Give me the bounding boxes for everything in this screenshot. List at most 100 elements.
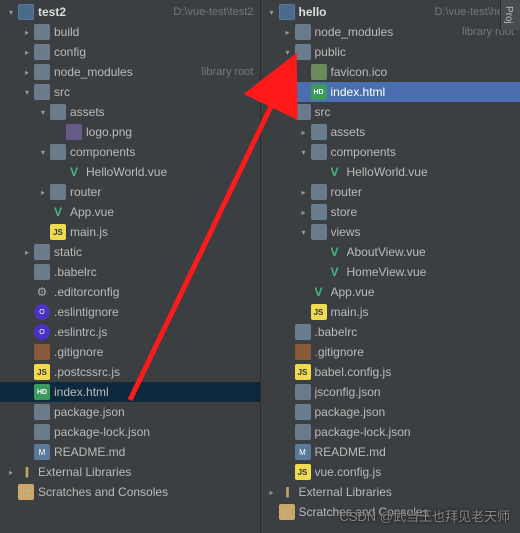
right-tree-item-components[interactable]: components: [261, 142, 520, 162]
tree-item-label: HelloWorld.vue: [347, 165, 515, 179]
tree-item-label: README.md: [315, 445, 515, 459]
expand-arrow-icon[interactable]: [283, 28, 293, 37]
right-tree-item-node-modules[interactable]: node_moduleslibrary root: [261, 22, 520, 42]
right-tree-item-app-vue[interactable]: App.vue: [261, 282, 520, 302]
right-tree-item-index-html[interactable]: index.html: [261, 82, 520, 102]
folder-icon: [295, 104, 311, 120]
expand-arrow-icon[interactable]: [38, 148, 48, 157]
right-tree-item-main-js[interactable]: main.js: [261, 302, 520, 322]
left-tree-item-package-json[interactable]: package.json: [0, 402, 260, 422]
right-tree-item-src[interactable]: src: [261, 102, 520, 122]
expand-arrow-icon[interactable]: [267, 488, 277, 497]
right-tree-item-hello[interactable]: helloD:\vue-test\hello: [261, 2, 520, 22]
left-tree[interactable]: test2D:\vue-test\test2buildconfignode_mo…: [0, 0, 260, 504]
tree-item-label: .babelrc: [54, 265, 254, 279]
vue-icon: [50, 204, 66, 220]
tree-item-label: babel.config.js: [315, 365, 515, 379]
json-icon: [295, 384, 311, 400]
right-tree-item-package-lock-json[interactable]: package-lock.json: [261, 422, 520, 442]
left-tree-item--eslintrc-js[interactable]: .eslintrc.js: [0, 322, 260, 342]
right-tree-item-external-libraries[interactable]: External Libraries: [261, 482, 520, 502]
expand-arrow-icon[interactable]: [299, 188, 309, 197]
left-tree-item-readme-md[interactable]: README.md: [0, 442, 260, 462]
tree-item-label: Scratches and Consoles: [38, 485, 254, 499]
left-tree-item-src[interactable]: src: [0, 82, 260, 102]
expand-arrow-icon[interactable]: [6, 8, 16, 17]
expand-arrow-icon[interactable]: [299, 128, 309, 137]
right-tree-item-homeview-vue[interactable]: HomeView.vue: [261, 262, 520, 282]
right-tree-item-helloworld-vue[interactable]: HelloWorld.vue: [261, 162, 520, 182]
tree-item-label: HomeView.vue: [347, 265, 515, 279]
left-tree-item-helloworld-vue[interactable]: HelloWorld.vue: [0, 162, 260, 182]
tree-item-label: package-lock.json: [315, 425, 515, 439]
right-tree-item-jsconfig-json[interactable]: jsconfig.json: [261, 382, 520, 402]
folder-icon: [34, 64, 50, 80]
left-tree-item--babelrc[interactable]: .babelrc: [0, 262, 260, 282]
lib-icon: [279, 484, 295, 500]
tree-item-label: node_modules: [315, 25, 457, 39]
right-tree-item-aboutview-vue[interactable]: AboutView.vue: [261, 242, 520, 262]
expand-arrow-icon[interactable]: [299, 208, 309, 217]
js-icon: [295, 364, 311, 380]
expand-arrow-icon[interactable]: [22, 248, 32, 257]
right-tree-item-store[interactable]: store: [261, 202, 520, 222]
left-tree-item-test2[interactable]: test2D:\vue-test\test2: [0, 2, 260, 22]
tree-item-label: App.vue: [331, 285, 515, 299]
left-tree-item-scratches-and-consoles[interactable]: Scratches and Consoles: [0, 482, 260, 502]
right-tree-item-assets[interactable]: assets: [261, 122, 520, 142]
project-tab[interactable]: Proj: [500, 0, 520, 30]
left-tree-item-config[interactable]: config: [0, 42, 260, 62]
left-tree-item-router[interactable]: router: [0, 182, 260, 202]
right-tree-item--gitignore[interactable]: .gitignore: [261, 342, 520, 362]
left-tree-item-index-html[interactable]: index.html: [0, 382, 260, 402]
folder-icon: [311, 224, 327, 240]
expand-arrow-icon[interactable]: [283, 108, 293, 117]
tree-item-label: App.vue: [70, 205, 254, 219]
left-tree-item--postcssrc-js[interactable]: .postcssrc.js: [0, 362, 260, 382]
right-tree-item-public[interactable]: public: [261, 42, 520, 62]
right-tree-item--babelrc[interactable]: .babelrc: [261, 322, 520, 342]
tree-item-label: .gitignore: [54, 345, 254, 359]
expand-arrow-icon[interactable]: [38, 188, 48, 197]
right-tree-item-router[interactable]: router: [261, 182, 520, 202]
left-tree-item-static[interactable]: static: [0, 242, 260, 262]
js-icon: [50, 224, 66, 240]
expand-arrow-icon[interactable]: [283, 48, 293, 57]
expand-arrow-icon[interactable]: [267, 8, 277, 17]
left-tree-item--editorconfig[interactable]: .editorconfig: [0, 282, 260, 302]
expand-arrow-icon[interactable]: [22, 28, 32, 37]
left-tree-item--gitignore[interactable]: .gitignore: [0, 342, 260, 362]
left-tree-item-components[interactable]: components: [0, 142, 260, 162]
right-tree-item-readme-md[interactable]: README.md: [261, 442, 520, 462]
left-tree-item-build[interactable]: build: [0, 22, 260, 42]
right-tree-item-views[interactable]: views: [261, 222, 520, 242]
tree-item-label: favicon.ico: [331, 65, 515, 79]
right-tree-item-favicon-ico[interactable]: favicon.ico: [261, 62, 520, 82]
tree-item-label: hello: [299, 5, 429, 19]
expand-arrow-icon[interactable]: [6, 468, 16, 477]
right-tree-item-vue-config-js[interactable]: vue.config.js: [261, 462, 520, 482]
expand-arrow-icon[interactable]: [22, 48, 32, 57]
left-tree-item-main-js[interactable]: main.js: [0, 222, 260, 242]
left-tree-item-node-modules[interactable]: node_moduleslibrary root: [0, 62, 260, 82]
tree-item-label: router: [331, 185, 515, 199]
left-tree-item-assets[interactable]: assets: [0, 102, 260, 122]
expand-arrow-icon[interactable]: [38, 108, 48, 117]
expand-arrow-icon[interactable]: [299, 148, 309, 157]
expand-arrow-icon[interactable]: [299, 228, 309, 237]
left-tree-item--eslintignore[interactable]: .eslintignore: [0, 302, 260, 322]
left-tree-item-package-lock-json[interactable]: package-lock.json: [0, 422, 260, 442]
expand-arrow-icon[interactable]: [22, 88, 32, 97]
right-tree[interactable]: helloD:\vue-test\hellonode_moduleslibrar…: [261, 0, 520, 524]
git-icon: [295, 344, 311, 360]
left-tree-item-external-libraries[interactable]: External Libraries: [0, 462, 260, 482]
expand-arrow-icon[interactable]: [22, 68, 32, 77]
right-tree-item-babel-config-js[interactable]: babel.config.js: [261, 362, 520, 382]
html-icon: [311, 84, 327, 100]
left-tree-item-logo-png[interactable]: logo.png: [0, 122, 260, 142]
folder-icon: [50, 144, 66, 160]
left-tree-item-app-vue[interactable]: App.vue: [0, 202, 260, 222]
folder-icon: [311, 184, 327, 200]
lib-icon: [18, 464, 34, 480]
right-tree-item-package-json[interactable]: package.json: [261, 402, 520, 422]
